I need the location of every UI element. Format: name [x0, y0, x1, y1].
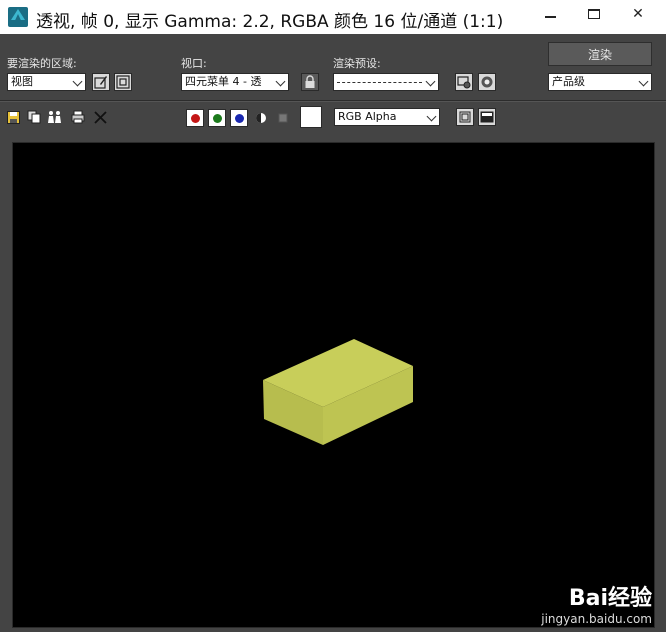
edit-region-button[interactable]: [92, 73, 110, 91]
chevron-down-icon: [73, 78, 83, 86]
edit-region-icon: [94, 76, 107, 89]
monochrome-toggle[interactable]: [275, 110, 291, 126]
printer-icon: [71, 110, 85, 124]
app-icon[interactable]: [8, 7, 28, 27]
toggle-ui-overlays-button[interactable]: [456, 108, 474, 126]
red-dot-icon: [190, 113, 200, 123]
clone-icon: [48, 111, 61, 123]
save-image-button[interactable]: [5, 109, 21, 125]
blue-dot-icon: [234, 113, 244, 123]
render-button[interactable]: 渲染: [548, 42, 652, 66]
chevron-down-icon: [276, 78, 286, 86]
auto-region-button[interactable]: [114, 73, 132, 91]
render-quality-select[interactable]: 产品级: [548, 73, 652, 91]
save-icon: [6, 110, 20, 124]
toggle-ui-icon: [480, 111, 494, 123]
clear-image-button[interactable]: [92, 109, 108, 125]
area-to-render-select[interactable]: 视图: [7, 73, 86, 91]
render-viewport[interactable]: [12, 142, 655, 628]
close-icon: ✕: [632, 6, 644, 22]
chevron-down-icon: [427, 113, 437, 121]
minimize-icon: [544, 16, 556, 18]
viewport-select[interactable]: 四元菜单 4 - 透: [181, 73, 289, 91]
monochrome-icon: [278, 113, 288, 123]
watermark-logo: Bai经验: [568, 586, 652, 611]
render-preset-select[interactable]: [333, 73, 439, 91]
viewport-label: 视口:: [181, 57, 207, 70]
area-to-render-label: 要渲染的区域:: [7, 57, 77, 70]
render-setup-button[interactable]: [455, 73, 473, 91]
render-preset-label: 渲染预设:: [333, 57, 381, 70]
toggle-ui-button[interactable]: [478, 108, 496, 126]
display-channel-select[interactable]: RGB Alpha: [334, 108, 440, 126]
chevron-down-icon: [426, 78, 436, 86]
preset-value: [337, 82, 422, 83]
chevron-down-icon: [639, 78, 649, 86]
environment-button[interactable]: [478, 73, 496, 91]
clone-frame-button[interactable]: [47, 109, 63, 125]
green-dot-icon: [212, 113, 222, 123]
baidu-watermark: Bai经验 jingyan.baidu.com: [541, 580, 652, 626]
watermark-url: jingyan.baidu.com: [541, 612, 652, 626]
red-channel-toggle[interactable]: [186, 109, 204, 127]
print-image-button[interactable]: [70, 109, 86, 125]
minimize-button[interactable]: [530, 0, 570, 28]
region-frame-icon: [116, 75, 130, 89]
close-button[interactable]: ✕: [618, 0, 658, 28]
half-circle-icon: [256, 113, 266, 123]
lock-icon: [305, 75, 315, 88]
color-swatch[interactable]: [300, 106, 322, 128]
window-title: 透视, 帧 0, 显示 Gamma: 2.2, RGBA 颜色 16 位/通道 …: [36, 12, 504, 32]
lock-viewport-button[interactable]: [301, 73, 319, 91]
copy-icon: [27, 110, 41, 124]
render-setup-icon: [457, 76, 471, 89]
copy-image-button[interactable]: [26, 109, 42, 125]
alpha-channel-toggle[interactable]: [253, 110, 269, 126]
maximize-icon: [588, 9, 600, 19]
overlay-icon: [459, 111, 471, 123]
green-channel-toggle[interactable]: [208, 109, 226, 127]
clear-x-icon: [93, 110, 107, 124]
title-bar: 透视, 帧 0, 显示 Gamma: 2.2, RGBA 颜色 16 位/通道 …: [0, 0, 666, 34]
blue-channel-toggle[interactable]: [230, 109, 248, 127]
rendered-box-image: [263, 339, 413, 445]
maximize-button[interactable]: [574, 0, 614, 28]
render-frame-window: 要渲染的区域: 视口: 渲染预设: 视图 四元菜单 4 - 透 渲染 产品级 R…: [0, 34, 666, 632]
teapot-icon: [481, 76, 493, 88]
